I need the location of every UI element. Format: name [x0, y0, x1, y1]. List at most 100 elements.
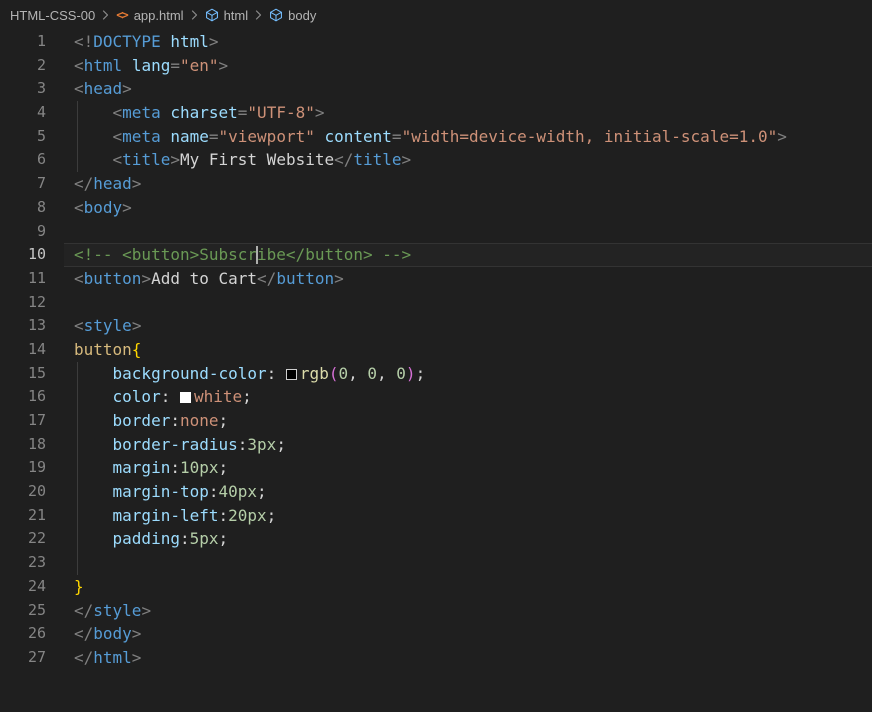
code-line[interactable]: padding:5px; — [46, 527, 872, 551]
code-line[interactable]: margin-left:20px; — [46, 503, 872, 528]
code-token: > — [334, 268, 344, 288]
symbol-cube-icon — [205, 8, 219, 22]
code-line-row: 8 <body> — [0, 196, 872, 220]
line-number[interactable]: 3 — [0, 77, 46, 101]
code-line[interactable]: <title>My First Website</title> — [46, 148, 872, 172]
line-number[interactable]: 14 — [0, 338, 46, 362]
code-line[interactable]: border:none; — [46, 409, 872, 433]
line-number[interactable]: 1 — [0, 30, 46, 54]
line-number[interactable]: 8 — [0, 196, 46, 220]
code-line[interactable]: margin:10px; — [46, 456, 872, 480]
code-line[interactable]: <button>Add to Cart</button> — [46, 267, 872, 291]
code-line[interactable]: <!-- <button>Subscribe</button> --> — [46, 243, 872, 267]
line-number[interactable]: 24 — [0, 575, 46, 599]
code-line[interactable]: color: white; — [46, 385, 872, 409]
code-token: My First Website — [179, 150, 335, 170]
line-number[interactable]: 25 — [0, 599, 46, 623]
code-line-row: 11 <button>Add to Cart</button> — [0, 267, 872, 291]
code-token: ; — [218, 411, 229, 430]
code-line[interactable]: } — [46, 575, 872, 599]
code-line[interactable] — [46, 291, 872, 315]
line-number[interactable]: 18 — [0, 433, 46, 457]
code-line[interactable]: </body> — [46, 622, 872, 646]
line-number[interactable]: 15 — [0, 362, 46, 386]
code-token: < — [112, 103, 123, 123]
line-number[interactable]: 5 — [0, 125, 46, 149]
vscode-editor-window: { "breadcrumb": { "items": [ { "label": … — [0, 0, 872, 712]
code-line[interactable]: </style> — [46, 599, 872, 623]
code-line[interactable]: <body> — [46, 196, 872, 220]
code-line[interactable] — [46, 551, 872, 575]
code-token: 0 — [367, 363, 378, 383]
breadcrumb-separator-icon — [190, 9, 199, 21]
line-number[interactable]: 6 — [0, 148, 46, 172]
code-line[interactable]: border-radius:3px; — [46, 432, 872, 457]
editor[interactable]: 1 <!DOCTYPE html> 2 <html lang="en"> 3 <head>… — [0, 30, 872, 670]
breadcrumb-item-html[interactable]: html — [205, 7, 249, 23]
line-number[interactable]: 4 — [0, 101, 46, 125]
line-number[interactable]: 7 — [0, 172, 46, 196]
line-number[interactable]: 23 — [0, 551, 46, 575]
code-line[interactable]: button{ — [46, 338, 872, 362]
color-swatch-white[interactable] — [179, 392, 191, 404]
line-number[interactable]: 9 — [0, 220, 46, 244]
line-number[interactable]: 21 — [0, 504, 46, 528]
code-line[interactable]: <!DOCTYPE html> — [46, 30, 872, 54]
code-token: ) — [405, 363, 416, 383]
code-line[interactable]: <head> — [46, 77, 872, 101]
code-token: = — [237, 103, 248, 123]
code-token: style — [83, 316, 132, 336]
color-swatch-black[interactable] — [285, 368, 297, 380]
code-token: ; — [242, 387, 252, 407]
code-token: > — [131, 174, 142, 194]
code-token: > — [131, 316, 142, 336]
code-token: : — [170, 411, 180, 430]
line-number[interactable]: 12 — [0, 291, 46, 315]
code-token: margin-left — [74, 505, 219, 525]
line-number[interactable]: 10 — [0, 243, 46, 267]
code-token: < — [112, 150, 123, 170]
line-number[interactable]: 26 — [0, 622, 46, 646]
code-token: < — [74, 79, 84, 99]
code-token: > — [141, 268, 152, 288]
line-number[interactable]: 27 — [0, 646, 46, 670]
breadcrumb: HTML-CSS-00 <> app.html html body — [0, 0, 872, 30]
line-number[interactable]: 2 — [0, 54, 46, 78]
code-line[interactable]: <meta name="viewport" content="width=dev… — [46, 124, 872, 149]
code-token: <!-- <button>Subscr — [74, 245, 258, 265]
code-line-row: 4 <meta charset="UTF-8"> — [0, 101, 872, 125]
code-line[interactable]: </html> — [46, 646, 872, 670]
line-number[interactable]: 22 — [0, 527, 46, 551]
code-token: 5px — [189, 529, 219, 549]
code-line-row: 25 </style> — [0, 599, 872, 623]
code-line[interactable]: background-color: rgb(0, 0, 0); — [46, 361, 872, 386]
code-line[interactable]: <style> — [46, 314, 872, 338]
breadcrumb-item-body[interactable]: body — [269, 8, 316, 23]
line-number[interactable]: 20 — [0, 480, 46, 504]
code-line[interactable]: </head> — [46, 172, 872, 196]
code-token: title — [353, 150, 402, 170]
breadcrumb-label: html — [223, 7, 249, 23]
code-token: { — [131, 339, 142, 359]
line-number[interactable]: 13 — [0, 314, 46, 338]
line-number[interactable]: 16 — [0, 385, 46, 409]
code-token: ; — [266, 505, 277, 525]
code-line[interactable]: margin-top:40px; — [46, 480, 872, 504]
line-number[interactable]: 19 — [0, 456, 46, 480]
line-number[interactable]: 17 — [0, 409, 46, 433]
breadcrumb-item-app-html[interactable]: <> app.html — [116, 8, 183, 23]
code-token: "width=device-width, initial-scale=1.0" — [401, 126, 778, 146]
line-number[interactable]: 11 — [0, 267, 46, 291]
code-line[interactable]: <meta charset="UTF-8"> — [46, 101, 872, 125]
html-file-icon: <> — [116, 8, 129, 22]
code-line[interactable] — [46, 220, 872, 244]
code-line[interactable]: <html lang="en"> — [46, 54, 872, 78]
code-token: : — [266, 363, 286, 383]
code-token: } — [74, 576, 84, 596]
breadcrumb-label: HTML-CSS-00 — [10, 7, 96, 23]
breadcrumb-item-html-css-00[interactable]: HTML-CSS-00 — [10, 8, 95, 23]
code-token: : — [237, 434, 248, 454]
